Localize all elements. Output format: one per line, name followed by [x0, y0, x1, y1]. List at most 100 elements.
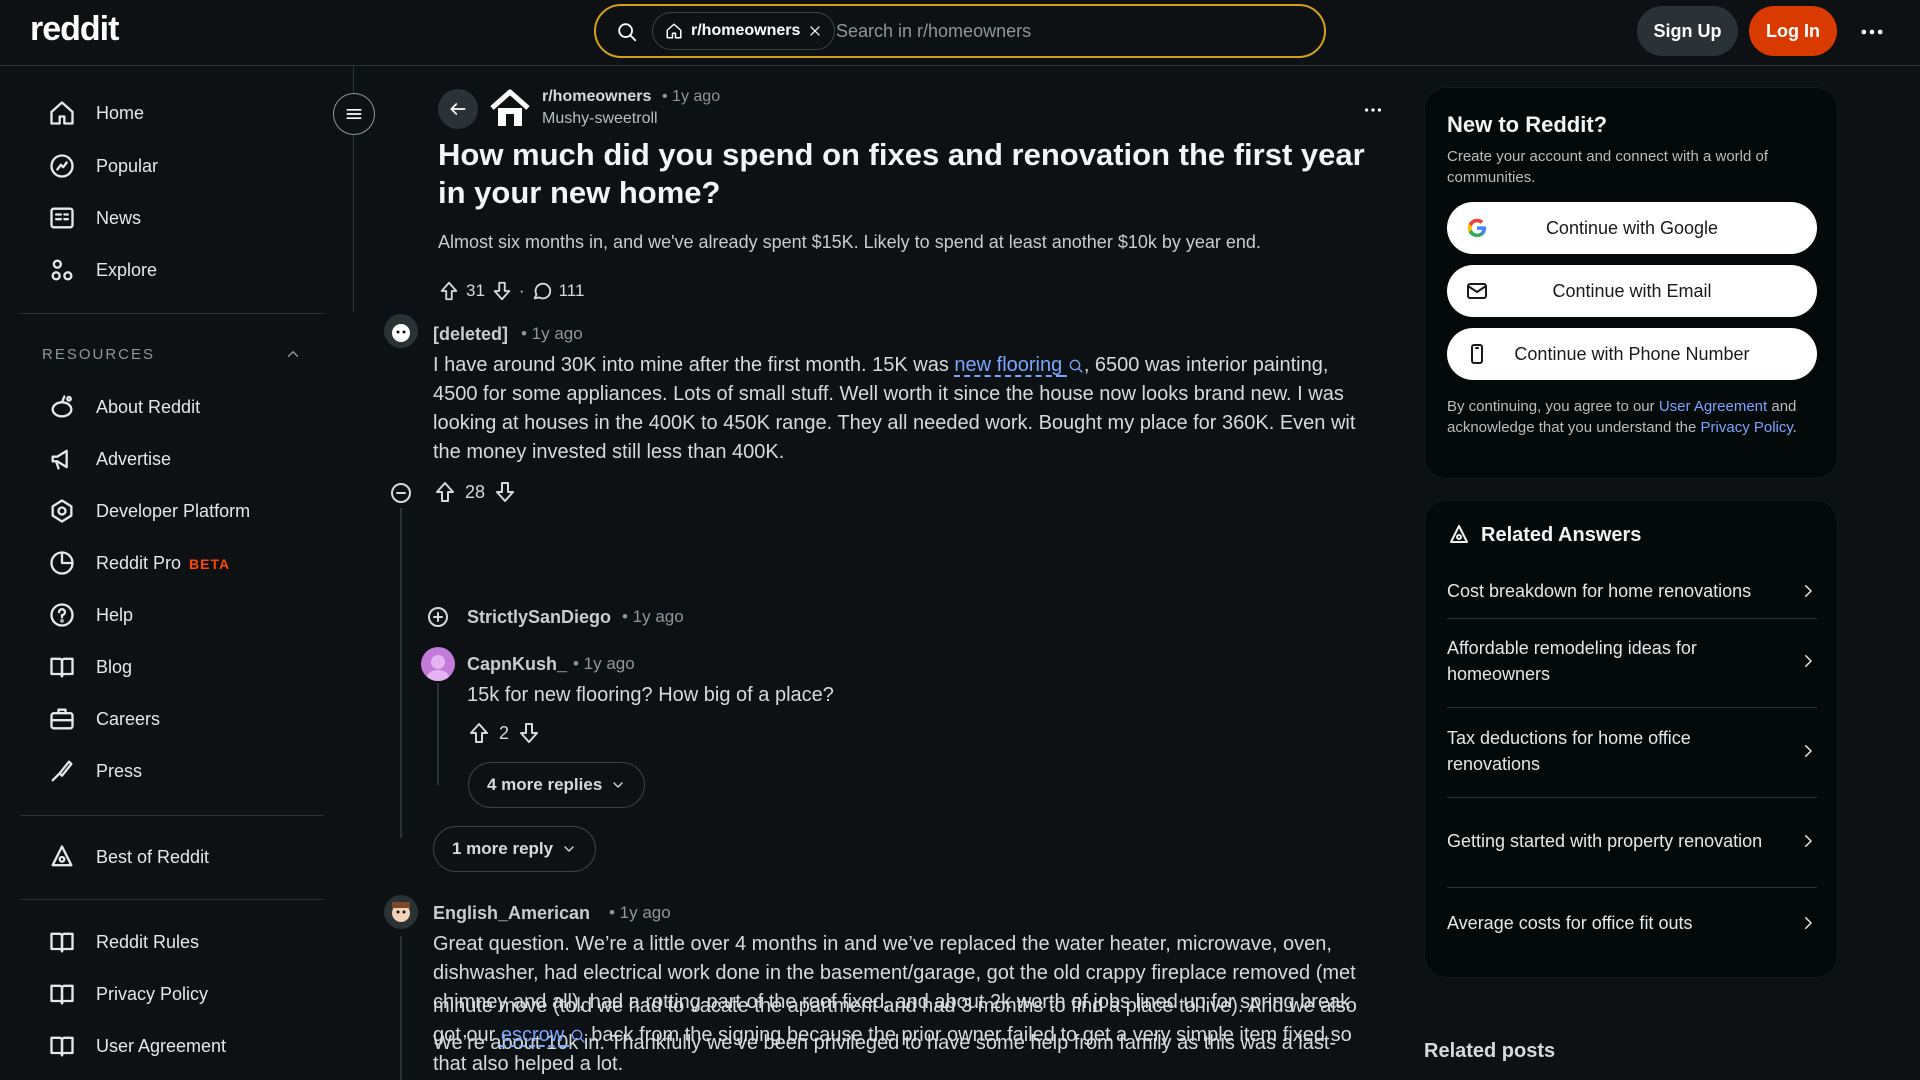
post-actions: 31 · 111 [438, 280, 584, 302]
more-reply-button[interactable]: 1 more reply [433, 826, 597, 872]
upvote-icon[interactable] [467, 721, 491, 745]
comment-author[interactable]: StrictlySanDiego [467, 607, 611, 628]
comment-time: • 1y ago [622, 607, 684, 626]
log-in-button[interactable]: Log In [1749, 6, 1837, 56]
sidebar-item-careers[interactable]: Careers [48, 699, 160, 739]
related-answer-item[interactable]: Affordable remodeling ideas for homeowne… [1447, 635, 1817, 687]
expand-thread-icon[interactable] [426, 605, 450, 629]
more-replies-label: 4 more replies [487, 775, 603, 794]
sidebar-item-press[interactable]: Press [48, 751, 142, 791]
privacy-policy-link[interactable]: Privacy Policy [1701, 419, 1793, 436]
sidebar-item-developer-platform[interactable]: Developer Platform [48, 491, 250, 531]
search-bar[interactable]: r/homeowners [594, 4, 1326, 58]
sidebar-item-home[interactable]: Home [48, 93, 144, 133]
subreddit-avatar[interactable] [488, 86, 532, 130]
more-reply-label: 1 more reply [452, 839, 554, 858]
home-icon [665, 22, 683, 40]
chevron-right-icon [1799, 914, 1817, 932]
comment-author[interactable]: [deleted] [433, 324, 508, 345]
continue-with-email-button[interactable]: Continue with Email [1447, 265, 1817, 317]
comment-author[interactable]: English_American [433, 903, 590, 924]
book-icon [48, 653, 76, 681]
sidebar-item-label: Best of Reddit [96, 846, 210, 867]
google-label: Continue with Google [1545, 217, 1719, 238]
reddit-logo[interactable]: reddit [30, 10, 119, 49]
sidebar-item-label: User Agreement [96, 1035, 227, 1056]
legal-text: By continuing, you agree to our User Agr… [1447, 398, 1797, 436]
sidebar-item-popular[interactable]: Popular [48, 146, 158, 186]
sidebar-item-explore[interactable]: Explore [48, 250, 157, 290]
search-link[interactable]: escrow [501, 1024, 586, 1046]
sidebar-item-news[interactable]: News [48, 198, 141, 238]
resources-title: RESOURCES [42, 345, 156, 363]
sidebar-item-label: Help [96, 604, 134, 625]
sidebar-item-label: Reddit Rules [96, 931, 200, 952]
related-answers-icon [1447, 523, 1471, 547]
email-label: Continue with Email [1552, 280, 1712, 301]
continue-with-google-button[interactable]: Continue with Google [1447, 202, 1817, 254]
downvote-icon[interactable] [493, 480, 517, 504]
sidebar-item-user-agreement[interactable]: User Agreement [48, 1026, 226, 1066]
left-sidebar: Home Popular News Explore RESOURCES Abou… [0, 67, 324, 1080]
chevron-right-icon [1799, 582, 1817, 600]
related-answers-header: Related Answers [1447, 523, 1641, 547]
post-author[interactable]: Mushy-sweetroll [542, 110, 658, 128]
chevron-right-icon [1799, 832, 1817, 850]
sidebar-item-reddit-pro[interactable]: Reddit Pro BETA [48, 543, 230, 583]
collapse-thread-icon[interactable] [389, 481, 413, 505]
avatar[interactable] [421, 647, 455, 681]
more-replies-button[interactable]: 4 more replies [468, 762, 646, 808]
comment-time: • 1y ago [573, 654, 635, 673]
upvote-icon[interactable] [438, 280, 460, 302]
comment-icon[interactable] [531, 280, 553, 302]
sidebar-divider [20, 899, 324, 900]
signup-card: New to Reddit? Create your account and c… [1424, 87, 1838, 479]
user-agreement-link[interactable]: User Agreement [1659, 398, 1767, 415]
related-divider [1447, 707, 1817, 708]
downvote-icon[interactable] [517, 721, 541, 745]
back-button[interactable] [438, 89, 478, 129]
thread-line [437, 683, 439, 785]
search-input[interactable] [836, 16, 1296, 46]
avatar[interactable] [384, 314, 418, 348]
downvote-icon[interactable] [491, 280, 513, 302]
related-answer-item[interactable]: Cost breakdown for home renovations [1447, 573, 1817, 609]
top-header: reddit r/homeowners Sign Up Log In [0, 0, 1920, 66]
sidebar-item-privacy-policy[interactable]: Privacy Policy [48, 974, 208, 1014]
chevron-up-icon[interactable] [284, 345, 302, 363]
sidebar-item-about-reddit[interactable]: About Reddit [48, 387, 200, 427]
sidebar-item-help[interactable]: Help [48, 595, 133, 635]
continue-with-phone-button[interactable]: Continue with Phone Number [1447, 328, 1817, 380]
subreddit-name[interactable]: r/homeowners [542, 88, 651, 106]
developer-icon [48, 497, 76, 525]
upvote-icon[interactable] [433, 480, 457, 504]
sign-up-button[interactable]: Sign Up [1637, 6, 1738, 56]
sidebar-item-advertise[interactable]: Advertise [48, 439, 171, 479]
related-answers-card: Related Answers Cost breakdown for home … [1424, 500, 1838, 978]
post-more-icon[interactable] [1362, 99, 1384, 121]
signup-title: New to Reddit? [1447, 112, 1608, 137]
sidebar-item-label: Reddit Pro [96, 552, 182, 573]
close-icon[interactable] [808, 24, 822, 38]
sidebar-toggle-button[interactable] [333, 93, 375, 135]
related-answer-item[interactable]: Getting started with property renovation [1447, 815, 1817, 867]
sidebar-item-best-of-reddit[interactable]: Best of Reddit [48, 837, 209, 877]
sidebar-item-reddit-rules[interactable]: Reddit Rules [48, 922, 199, 962]
comment-text-line: looking at houses in the 400K to 450K ra… [433, 412, 1356, 434]
search-link[interactable]: new flooring [954, 354, 1083, 376]
avatar[interactable] [384, 895, 418, 929]
more-options-icon[interactable] [1858, 18, 1886, 46]
email-icon [1465, 279, 1489, 303]
sidebar-item-label: Blog [96, 656, 133, 677]
menu-icon [344, 104, 364, 124]
related-answer-item[interactable]: Average costs for office fit outs [1447, 905, 1817, 941]
comment-text-line: I have around 30K into mine after the fi… [433, 354, 1329, 376]
resources-section-header[interactable]: RESOURCES [42, 345, 302, 363]
related-answer-item[interactable]: Tax deductions for home office renovatio… [1447, 725, 1817, 777]
post-title: How much did you spend on fixes and reno… [438, 137, 1365, 210]
best-of-reddit-icon [48, 843, 76, 871]
sidebar-item-blog[interactable]: Blog [48, 647, 132, 687]
comment-author[interactable]: CapnKush_ [467, 654, 567, 675]
separator: · [518, 281, 525, 300]
search-subreddit-chip[interactable]: r/homeowners [652, 12, 836, 50]
